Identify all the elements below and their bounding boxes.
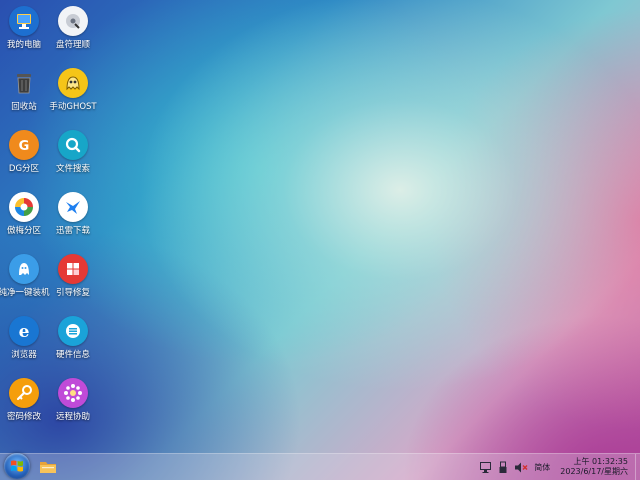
start-orb-icon — [11, 460, 23, 472]
hardware-info-icon — [58, 316, 88, 346]
taskbar: 简体 上午 01:32:35 2023/6/17/星期六 — [0, 453, 640, 480]
browser-icon: e — [9, 316, 39, 346]
password-key-icon — [9, 378, 39, 408]
file-search-icon — [58, 130, 88, 160]
icon-label: 引导修复 — [55, 288, 90, 298]
start-button[interactable] — [4, 453, 30, 479]
one-key-install-icon — [9, 254, 39, 284]
icon-label: 硬件信息 — [55, 350, 90, 360]
system-tray: 简体 上午 01:32:35 2023/6/17/星期六 — [476, 454, 640, 480]
clock-date: 2023/6/17/星期六 — [560, 467, 628, 476]
icon-label: 回收站 — [11, 102, 37, 112]
desktop-icon-boot-repair[interactable]: 引导修复 — [45, 250, 101, 306]
desktop-icon-ghost[interactable]: 手动GHOST — [45, 64, 101, 120]
icon-label: DG分区 — [8, 164, 40, 174]
desktop-icon-remote-assist[interactable]: 远程协助 — [45, 374, 101, 430]
desktop-icon-file-search[interactable]: 文件搜索 — [45, 126, 101, 182]
desktop-icon-hardware-info[interactable]: 硬件信息 — [45, 312, 101, 368]
icon-label: 傲梅分区 — [6, 226, 41, 236]
icon-label: 盘符理顺 — [55, 40, 90, 50]
thunder-download-icon — [58, 192, 88, 222]
svg-text:e: e — [19, 322, 30, 341]
clock-time: 上午 01:32:35 — [573, 457, 628, 466]
svg-text:G: G — [19, 139, 30, 154]
usb-icon[interactable] — [496, 460, 510, 474]
icon-label: 迅雷下载 — [55, 226, 90, 236]
icon-label: 远程协助 — [55, 412, 90, 422]
icon-label: 密码修改 — [6, 412, 41, 422]
show-desktop-button[interactable] — [635, 454, 640, 480]
desktop-icon-disk-order[interactable]: 盘符理顺 — [45, 2, 101, 58]
disk-order-icon — [58, 6, 88, 36]
icon-label: 手动GHOST — [49, 102, 97, 112]
recycle-bin-icon — [9, 68, 39, 98]
taskbar-file-explorer-button[interactable] — [38, 457, 58, 477]
icon-label: 浏览器 — [11, 350, 37, 360]
volume-muted-icon[interactable] — [514, 460, 528, 474]
ghost-icon — [58, 68, 88, 98]
desktop[interactable]: 我的电脑 盘符理顺 回收站 手动GHOST G DG分区 文件搜索 傲梅分区 迅… — [0, 0, 640, 480]
icon-label: 文件搜索 — [55, 164, 90, 174]
icon-label: 我的电脑 — [6, 40, 41, 50]
aomei-partition-icon — [9, 192, 39, 222]
icon-label: 纯净一键装机 — [0, 288, 50, 298]
ime-indicator[interactable]: 简体 — [534, 462, 550, 473]
remote-assist-icon — [58, 378, 88, 408]
diskgenius-icon: G — [9, 130, 39, 160]
desktop-icon-thunder[interactable]: 迅雷下载 — [45, 188, 101, 244]
computer-icon — [9, 6, 39, 36]
boot-repair-icon — [58, 254, 88, 284]
taskbar-clock[interactable]: 上午 01:32:35 2023/6/17/星期六 — [560, 457, 628, 477]
file-explorer-icon — [40, 462, 56, 473]
network-icon[interactable] — [478, 460, 492, 474]
